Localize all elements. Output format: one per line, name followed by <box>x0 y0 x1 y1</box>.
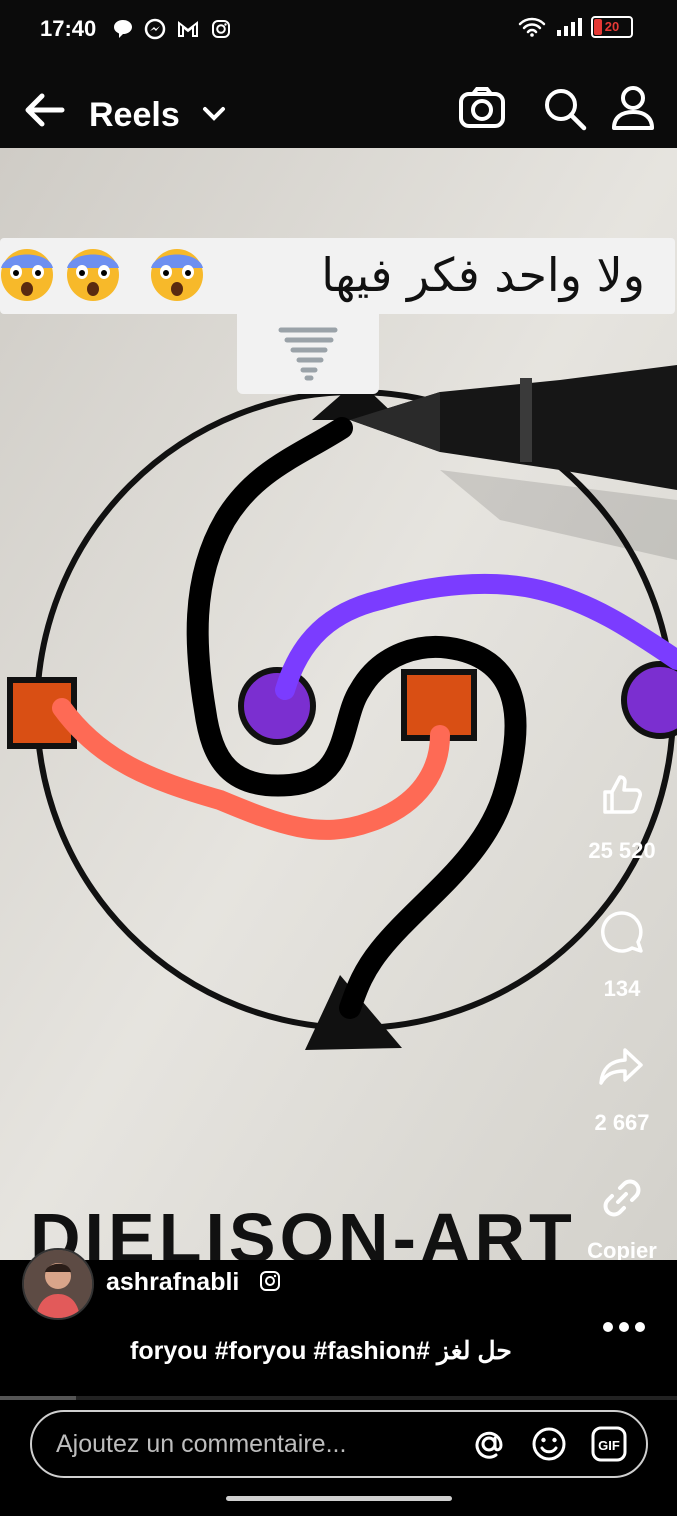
share-count: 2 667 <box>594 1110 650 1135</box>
like-button[interactable]: 25 520 <box>567 770 677 864</box>
top-bar: Reels <box>0 62 677 148</box>
share-arrow-icon <box>599 1048 643 1085</box>
like-count: 25 520 <box>588 838 656 863</box>
comment-placeholder: Ajoutez un commentaire... <box>56 1430 347 1458</box>
watermark-text: DIELISON-ART <box>30 1199 576 1260</box>
messenger-icon <box>144 18 166 40</box>
avatar-image <box>24 1250 92 1318</box>
share-button[interactable]: 2 667 <box>567 1042 677 1136</box>
video-progress[interactable] <box>0 1396 677 1400</box>
comment-input[interactable]: Ajoutez un commentaire... GIF <box>30 1410 648 1478</box>
battery-level: 20 <box>604 19 620 34</box>
status-time: 17:40 <box>40 16 97 41</box>
gif-icon[interactable]: GIF <box>590 1425 628 1463</box>
instagram-notif-icon <box>212 20 230 38</box>
scared-face-icon <box>1 249 53 301</box>
gmail-icon <box>178 20 198 37</box>
copy-link-button[interactable]: Copier <box>567 1174 677 1264</box>
camera-icon[interactable] <box>458 86 506 130</box>
back-arrow-icon[interactable] <box>22 92 66 128</box>
emoji-icon[interactable] <box>530 1425 568 1463</box>
bottom-panel: ashrafnabli foryou #foryou #fashion# حل … <box>0 1248 677 1516</box>
mention-icon[interactable] <box>470 1425 508 1463</box>
comment-button[interactable]: 134 <box>567 908 677 1002</box>
page-title[interactable]: Reels <box>89 96 180 135</box>
signal-icon <box>557 18 582 36</box>
thumbs-up-icon <box>603 775 642 814</box>
chevron-down-icon[interactable] <box>202 106 226 122</box>
svg-text:GIF: GIF <box>598 1438 620 1453</box>
chat-bubble-icon <box>114 20 132 38</box>
search-icon[interactable] <box>542 86 588 132</box>
link-icon <box>603 1179 641 1217</box>
username[interactable]: ashrafnabli <box>106 1268 239 1297</box>
dot-right <box>621 661 677 739</box>
comment-bubble-icon <box>601 911 643 953</box>
scared-face-icon <box>151 249 203 301</box>
dot-center <box>238 667 316 745</box>
home-indicator <box>226 1496 452 1501</box>
comment-count: 134 <box>603 976 641 1001</box>
wifi-icon <box>518 17 546 37</box>
scared-face-icon <box>67 249 119 301</box>
notification-icons <box>112 18 232 40</box>
avatar[interactable] <box>22 1248 94 1320</box>
tornado-icon <box>278 327 338 381</box>
battery-icon: 20 <box>591 16 633 38</box>
more-options-icon[interactable] <box>602 1320 646 1334</box>
status-bar: 17:40 20 <box>0 0 677 62</box>
video-caption: ولا واحد فكر فيها <box>321 248 645 302</box>
instagram-icon <box>260 1271 280 1291</box>
profile-icon[interactable] <box>610 84 656 132</box>
post-description: foryou #foryou #fashion# حل لغز <box>130 1337 512 1365</box>
